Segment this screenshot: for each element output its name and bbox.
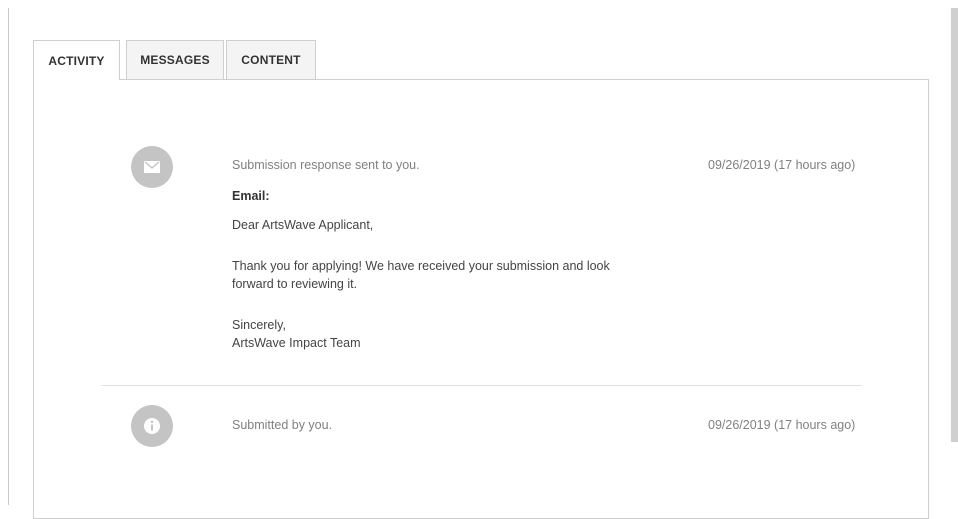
activity-date: 09/26/2019 (17 hours ago) [708,158,856,172]
tab-activity[interactable]: ACTIVITY [33,40,120,80]
tab-content[interactable]: CONTENT [226,40,316,79]
email-body-line1: Thank you for applying! We have received… [232,259,610,273]
email-label: Email: [232,189,270,203]
activity-date: 09/26/2019 (17 hours ago) [708,418,856,432]
email-signature: ArtsWave Impact Team [232,336,361,350]
activity-panel [33,79,929,519]
entry-divider [101,385,862,386]
email-greeting: Dear ArtsWave Applicant, [232,218,374,232]
scrollbar[interactable] [951,8,958,442]
top-band [0,0,958,8]
info-icon [131,405,173,447]
activity-title: Submission response sent to you. [232,158,420,172]
tab-messages[interactable]: MESSAGES [126,40,224,79]
envelope-icon [131,146,173,188]
email-closing: Sincerely, [232,318,286,332]
activity-title: Submitted by you. [232,418,333,432]
left-border [8,8,9,505]
email-body-line2: forward to reviewing it. [232,277,358,291]
